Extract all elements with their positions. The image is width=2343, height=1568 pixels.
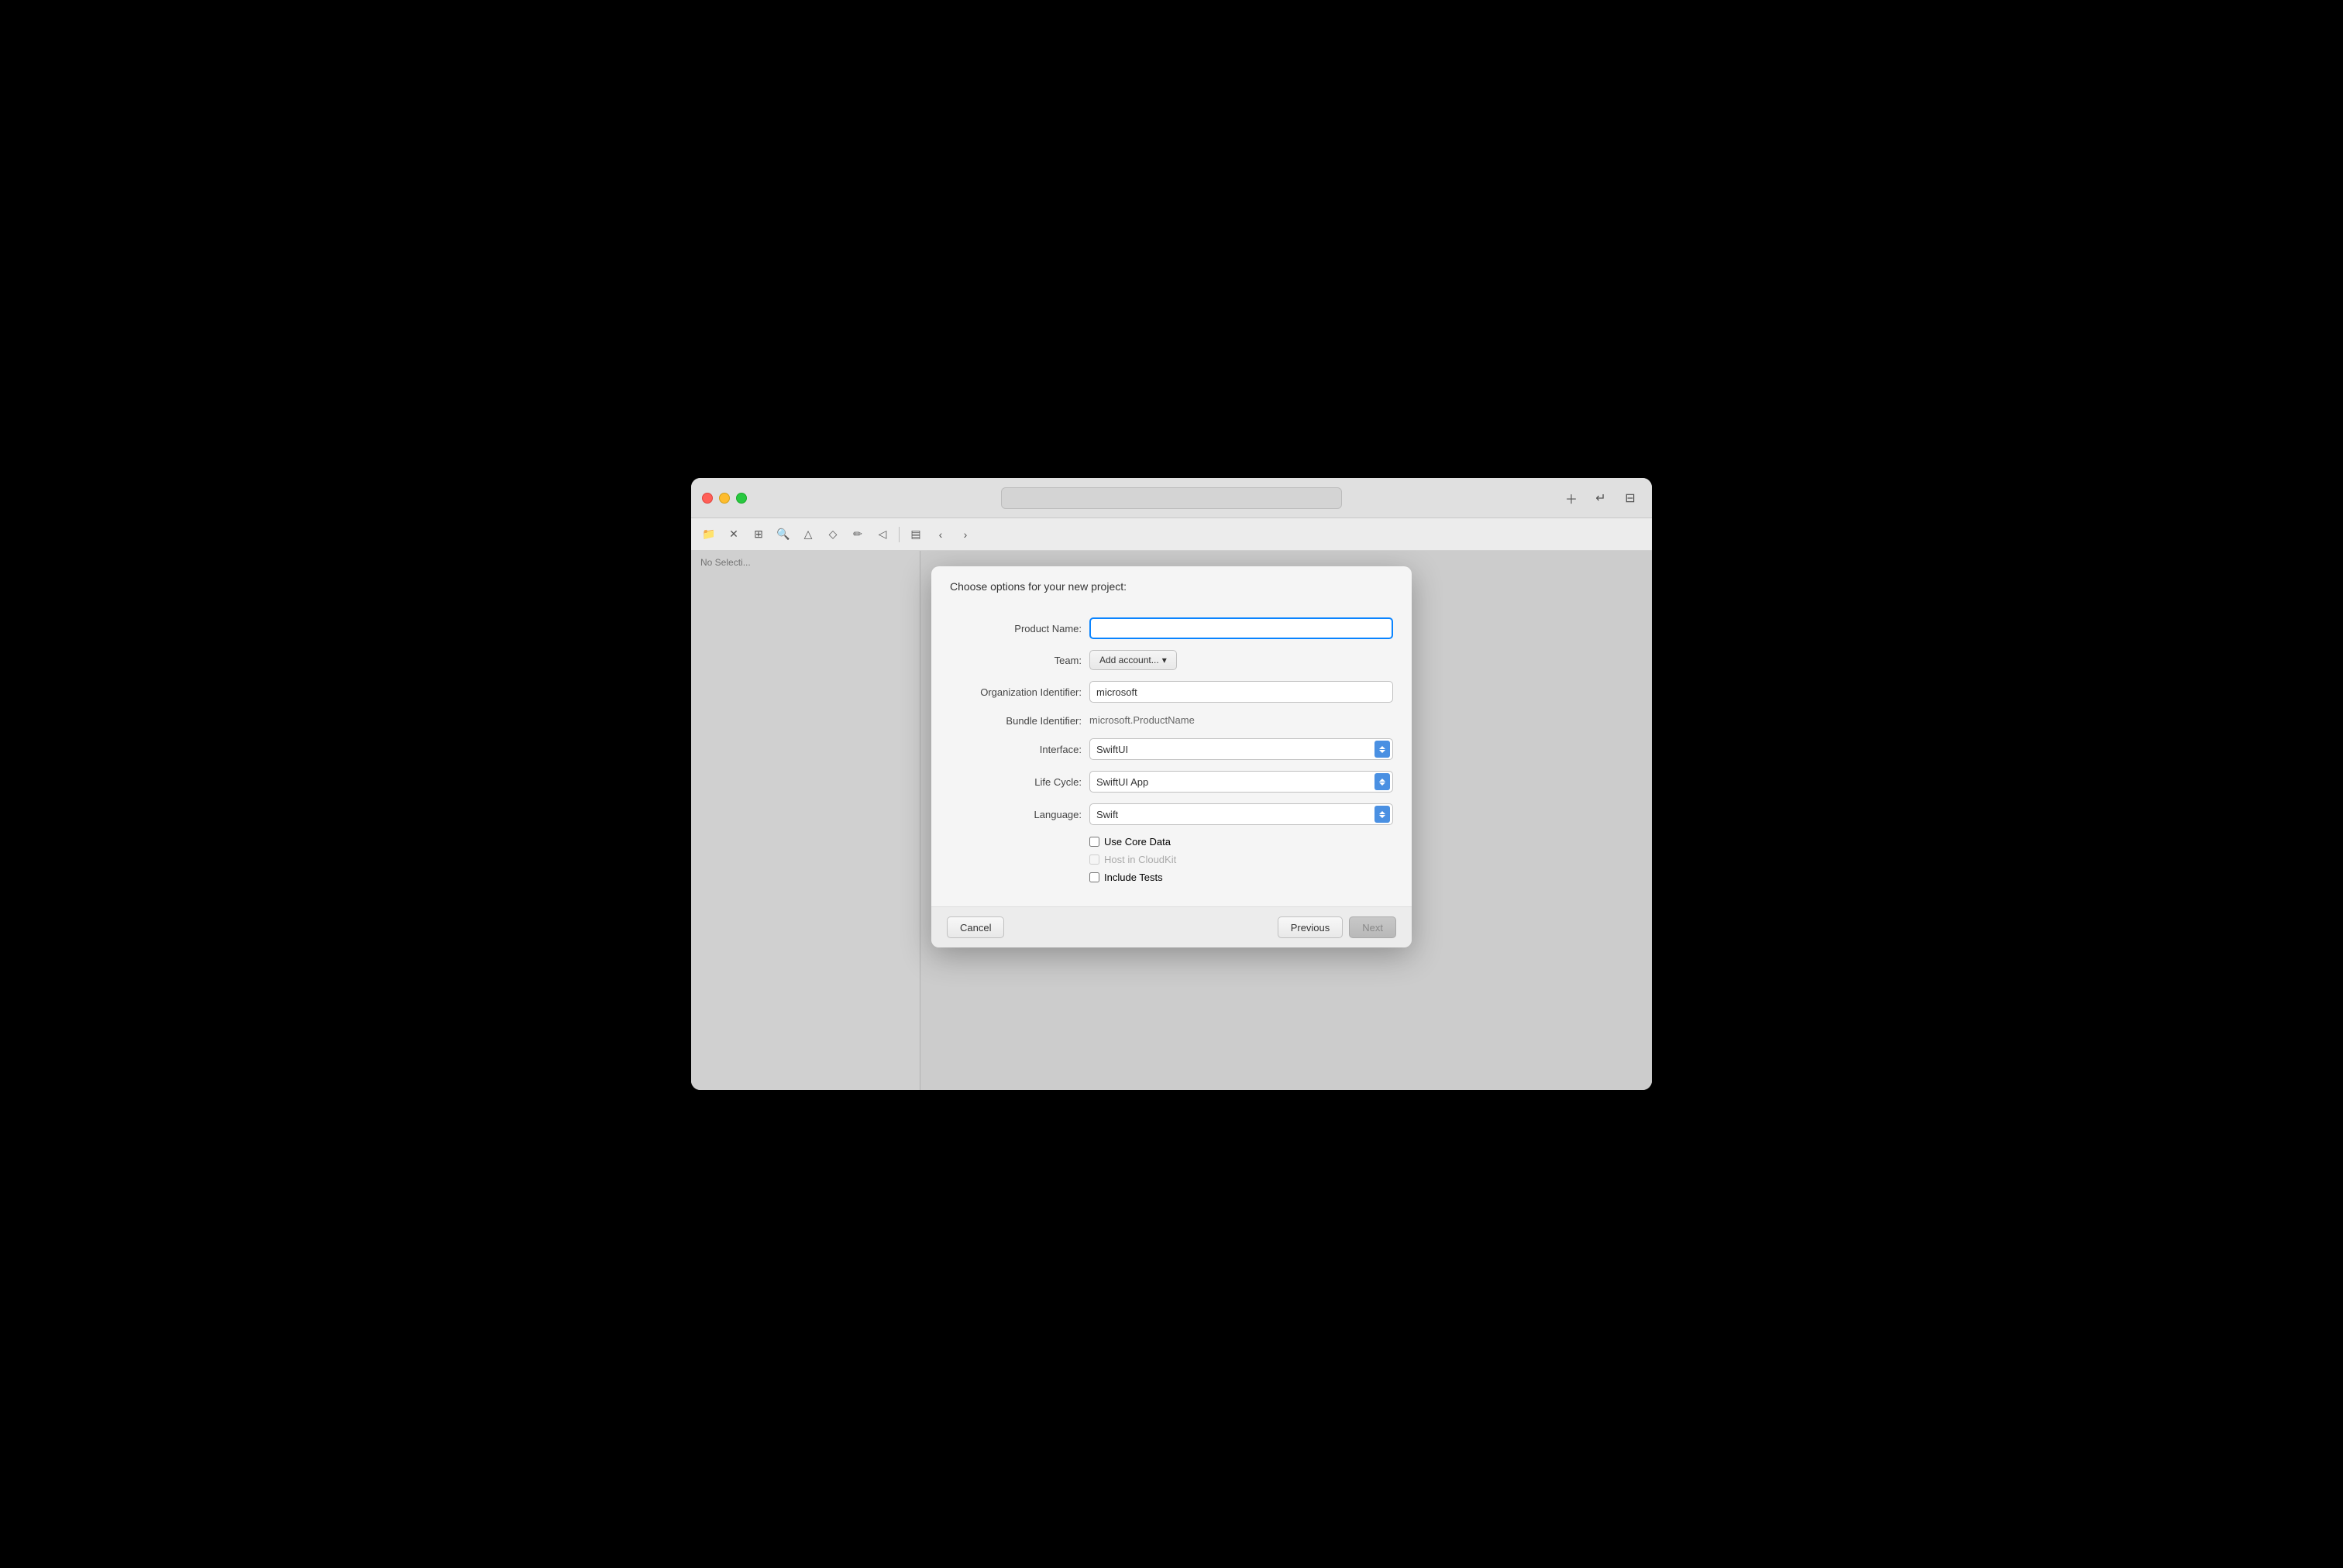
product-name-label: Product Name: (950, 623, 1089, 634)
language-label: Language: (950, 809, 1089, 820)
team-row: Team: Add account... ▾ (950, 650, 1393, 670)
add-tab-button[interactable]: ＋ (1560, 487, 1582, 509)
search-bar[interactable] (1001, 487, 1342, 509)
chevron-left-icon[interactable]: ‹ (931, 524, 951, 545)
previous-button[interactable]: Previous (1278, 916, 1344, 938)
folder-icon[interactable]: 📁 (699, 524, 719, 545)
titlebar-center (1001, 487, 1342, 509)
maximize-button[interactable] (736, 493, 747, 504)
bundle-identifier-label: Bundle Identifier: (950, 715, 1089, 727)
titlebar-actions: ＋ ↵ ⊟ (1560, 487, 1641, 509)
main-content: No Selecti... No Selection Choose option… (691, 551, 1652, 1090)
pen-icon[interactable]: ✏ (848, 524, 868, 545)
modal-body: Product Name: Team: Add account... ▾ (931, 602, 1412, 906)
close-button[interactable] (702, 493, 713, 504)
lifecycle-label: Life Cycle: (950, 776, 1089, 788)
bundle-identifier-field: microsoft.ProductName (1089, 714, 1393, 727)
checkboxes-section: Use Core Data Host in CloudKit Include T… (950, 836, 1393, 883)
host-cloudkit-label: Host in CloudKit (1104, 854, 1176, 865)
use-core-data-checkbox[interactable] (1089, 837, 1099, 847)
interface-field: SwiftUI Storyboard (1089, 738, 1393, 760)
titlebar: ＋ ↵ ⊟ (691, 478, 1652, 518)
traffic-lights (702, 493, 747, 504)
language-field: Swift Objective-C (1089, 803, 1393, 825)
interface-row: Interface: SwiftUI Storyboard (950, 738, 1393, 760)
interface-label: Interface: (950, 744, 1089, 755)
language-row: Language: Swift Objective-C (950, 803, 1393, 825)
toolbar: 📁 ✕ ⊞ 🔍 △ ◇ ✏ ◁ ▤ ‹ › (691, 518, 1652, 551)
tag-icon[interactable]: ◁ (872, 524, 893, 545)
org-identifier-field (1089, 681, 1393, 703)
split-view-button[interactable]: ⊟ (1619, 487, 1641, 509)
use-core-data-row: Use Core Data (1089, 836, 1393, 848)
add-account-button[interactable]: Add account... ▾ (1089, 650, 1177, 670)
minimize-button[interactable] (719, 493, 730, 504)
add-account-chevron: ▾ (1162, 655, 1167, 665)
modal-title: Choose options for your new project: (950, 580, 1127, 593)
product-name-field (1089, 617, 1393, 639)
use-core-data-label: Use Core Data (1104, 836, 1171, 848)
lifecycle-select[interactable]: SwiftUI App UIKit App Delegate (1089, 771, 1393, 793)
org-identifier-input[interactable] (1089, 681, 1393, 703)
include-tests-row: Include Tests (1089, 872, 1393, 883)
grid-icon[interactable]: ⊞ (748, 524, 769, 545)
lifecycle-row: Life Cycle: SwiftUI App UIKit App Delega… (950, 771, 1393, 793)
modal-header: Choose options for your new project: (931, 566, 1412, 602)
cancel-button[interactable]: Cancel (947, 916, 1004, 938)
host-cloudkit-row: Host in CloudKit (1089, 854, 1393, 865)
modal-footer: Cancel Previous Next (931, 906, 1412, 947)
team-label: Team: (950, 655, 1089, 666)
navigation-buttons: Previous Next (1278, 916, 1396, 938)
include-tests-checkbox[interactable] (1089, 872, 1099, 882)
product-name-row: Product Name: (950, 617, 1393, 639)
shape-icon[interactable]: ◇ (823, 524, 843, 545)
org-identifier-row: Organization Identifier: (950, 681, 1393, 703)
warning-icon[interactable]: △ (798, 524, 818, 545)
org-identifier-label: Organization Identifier: (950, 686, 1089, 698)
search-icon[interactable]: 🔍 (773, 524, 793, 545)
return-button[interactable]: ↵ (1590, 487, 1612, 509)
bundle-identifier-row: Bundle Identifier: microsoft.ProductName (950, 714, 1393, 727)
chevron-right-icon[interactable]: › (955, 524, 975, 545)
add-account-label: Add account... (1099, 655, 1159, 665)
host-cloudkit-checkbox[interactable] (1089, 854, 1099, 865)
product-name-input[interactable] (1089, 617, 1393, 639)
modal-overlay: Choose options for your new project: Pro… (691, 551, 1652, 1090)
stop-icon[interactable]: ✕ (724, 524, 744, 545)
team-field: Add account... ▾ (1089, 650, 1393, 670)
sidebar-icon[interactable]: ▤ (906, 524, 926, 545)
new-project-modal: Choose options for your new project: Pro… (931, 566, 1412, 947)
next-button[interactable]: Next (1349, 916, 1396, 938)
include-tests-label: Include Tests (1104, 872, 1163, 883)
interface-select[interactable]: SwiftUI Storyboard (1089, 738, 1393, 760)
xcode-window: ＋ ↵ ⊟ 📁 ✕ ⊞ 🔍 △ ◇ ✏ ◁ ▤ ‹ › No Selecti..… (691, 478, 1652, 1090)
lifecycle-field: SwiftUI App UIKit App Delegate (1089, 771, 1393, 793)
toolbar-divider (899, 527, 900, 542)
bundle-identifier-value: microsoft.ProductName (1089, 714, 1201, 726)
language-select[interactable]: Swift Objective-C (1089, 803, 1393, 825)
